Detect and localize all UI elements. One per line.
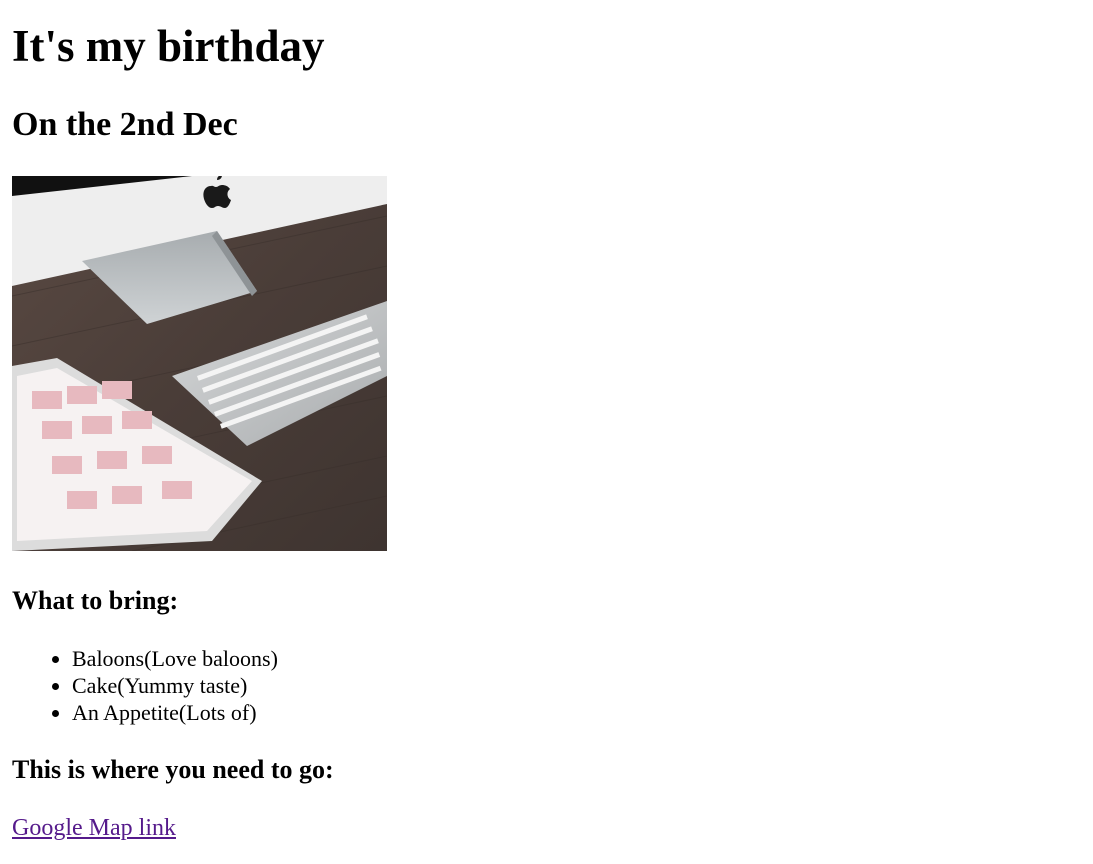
desk-photo [12,176,387,551]
list-item: Baloons(Love baloons) [72,645,278,672]
list-item: An Appetite(Lots of) [72,699,278,726]
google-map-link[interactable]: Google Map link [12,814,176,842]
directions-heading: This is where you need to go: [12,755,334,784]
bring-list: Baloons(Love baloons) Cake(Yummy taste) … [12,645,278,726]
page-title: It's my birthday [12,21,325,71]
page-subtitle: On the 2nd Dec [12,106,238,143]
what-to-bring-heading: What to bring: [12,586,179,615]
list-item: Cake(Yummy taste) [72,672,278,699]
